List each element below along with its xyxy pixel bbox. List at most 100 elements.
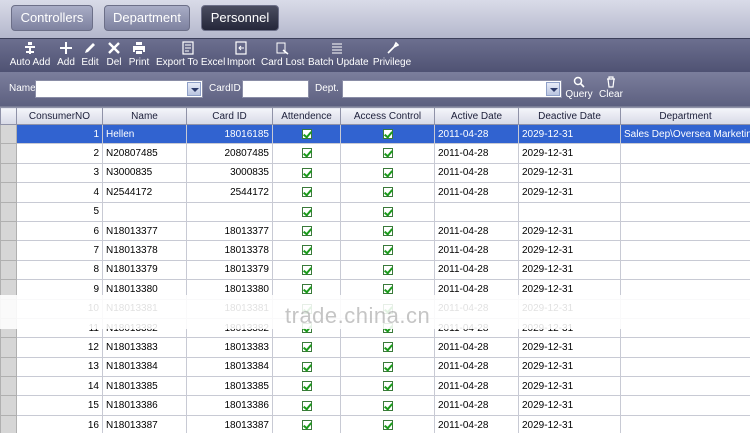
batch-update-button[interactable]: Batch Update (308, 41, 369, 71)
access-control-cell[interactable] (340, 220, 435, 242)
attendence-cell[interactable] (272, 395, 341, 416)
table-row[interactable]: 8 N18013379 18013379 2011-04-28 2029-12-31 (0, 259, 750, 281)
attendence-cell[interactable] (272, 279, 341, 300)
tab-personnel[interactable]: Personnel (201, 5, 279, 31)
query-button[interactable]: Query (565, 75, 593, 101)
access-control-cell[interactable] (340, 162, 435, 184)
checkbox-checked-icon[interactable] (301, 284, 312, 295)
attendence-cell[interactable] (272, 162, 341, 184)
card-lost-button[interactable]: Card Lost (261, 41, 304, 71)
access-control-cell[interactable] (340, 143, 435, 164)
attendence-cell[interactable] (272, 123, 341, 145)
column-header[interactable]: Department (620, 107, 750, 125)
access-control-cell[interactable] (340, 356, 435, 378)
table-row[interactable]: 5 (0, 201, 750, 222)
checkbox-checked-icon[interactable] (301, 187, 312, 198)
access-control-cell[interactable] (340, 337, 435, 358)
print-button[interactable]: Print (126, 41, 152, 71)
access-control-cell[interactable] (340, 414, 435, 433)
attendence-cell[interactable] (272, 356, 341, 378)
table-row[interactable]: 15 N18013386 18013386 2011-04-28 2029-12-31 (0, 395, 750, 416)
table-row[interactable]: 9 N18013380 18013380 2011-04-28 2029-12-31 (0, 279, 750, 300)
chevron-down-icon[interactable] (546, 82, 560, 96)
checkbox-checked-icon[interactable] (301, 419, 312, 430)
access-control-cell[interactable] (340, 279, 435, 300)
table-row[interactable]: 14 N18013385 18013385 2011-04-28 2029-12-31 (0, 376, 750, 397)
checkbox-checked-icon[interactable] (301, 245, 312, 256)
checkbox-checked-icon[interactable] (301, 322, 312, 333)
table-row[interactable]: 4 N2544172 2544172 2011-04-28 2029-12-31 (0, 182, 750, 203)
privilege-button[interactable]: Privilege (372, 41, 412, 71)
access-control-cell[interactable] (340, 376, 435, 397)
column-header[interactable]: Active Date (434, 107, 519, 125)
checkbox-checked-icon[interactable] (382, 284, 393, 295)
column-header[interactable]: Deactive Date (518, 107, 621, 125)
checkbox-checked-icon[interactable] (382, 322, 393, 333)
table-row[interactable]: 16 N18013387 18013387 2011-04-28 2029-12-31 (0, 414, 750, 433)
table-row[interactable]: 11 N18013382 18013382 2011-04-28 2029-12-31 (0, 317, 750, 339)
clear-button[interactable]: Clear (598, 75, 624, 101)
edit-button[interactable]: Edit (80, 41, 100, 71)
checkbox-checked-icon[interactable] (301, 381, 312, 392)
dept-filter-select[interactable] (342, 80, 562, 98)
checkbox-checked-icon[interactable] (382, 303, 393, 314)
attendence-cell[interactable] (272, 143, 341, 164)
checkbox-checked-icon[interactable] (382, 187, 393, 198)
attendence-cell[interactable] (272, 182, 341, 203)
access-control-cell[interactable] (340, 240, 435, 261)
checkbox-checked-icon[interactable] (301, 303, 312, 314)
add-button[interactable]: Add (54, 41, 78, 71)
attendence-cell[interactable] (272, 201, 341, 222)
table-row[interactable]: 3 N3000835 3000835 2011-04-28 2029-12-31 (0, 162, 750, 184)
attendence-cell[interactable] (272, 298, 341, 319)
table-row[interactable]: 6 N18013377 18013377 2011-04-28 2029-12-31 (0, 220, 750, 242)
cardid-filter-input[interactable] (242, 80, 309, 98)
checkbox-checked-icon[interactable] (382, 400, 393, 411)
attendence-cell[interactable] (272, 414, 341, 433)
table-row[interactable]: 1 Hellen 18016185 2011-04-28 2029-12-31 Sales… (0, 123, 750, 145)
access-control-cell[interactable] (340, 317, 435, 339)
column-header[interactable]: Access Control (340, 107, 435, 125)
checkbox-checked-icon[interactable] (301, 226, 312, 236)
checkbox-checked-icon[interactable] (382, 167, 393, 178)
access-control-cell[interactable] (340, 298, 435, 319)
table-row[interactable]: 2 N20807485 20807485 2011-04-28 2029-12-31 (0, 143, 750, 164)
checkbox-checked-icon[interactable] (301, 342, 312, 353)
checkbox-checked-icon[interactable] (301, 206, 312, 217)
checkbox-checked-icon[interactable] (301, 361, 312, 372)
tab-department[interactable]: Department (104, 5, 190, 31)
access-control-cell[interactable] (340, 182, 435, 203)
attendence-cell[interactable] (272, 220, 341, 242)
checkbox-checked-icon[interactable] (382, 419, 393, 430)
checkbox-checked-icon[interactable] (382, 226, 393, 236)
auto-add-button[interactable]: Auto Add (8, 41, 52, 71)
column-header[interactable]: ConsumerNO (16, 107, 103, 125)
checkbox-checked-icon[interactable] (301, 264, 312, 275)
attendence-cell[interactable] (272, 376, 341, 397)
checkbox-checked-icon[interactable] (301, 148, 312, 159)
access-control-cell[interactable] (340, 395, 435, 416)
table-row[interactable]: 13 N18013384 18013384 2011-04-28 2029-12-31 (0, 356, 750, 378)
column-header[interactable]: Attendence (272, 107, 341, 125)
table-row[interactable]: 10 N18013381 18013381 2011-04-28 2029-12-31 (0, 298, 750, 319)
delete-button[interactable]: Del (104, 41, 124, 71)
table-row[interactable]: 12 N18013383 18013383 2011-04-28 2029-12-31 (0, 337, 750, 358)
access-control-cell[interactable] (340, 123, 435, 145)
export-to-excel-button[interactable]: Export To Excel (156, 41, 225, 71)
checkbox-checked-icon[interactable] (301, 129, 312, 140)
checkbox-checked-icon[interactable] (382, 129, 393, 140)
checkbox-checked-icon[interactable] (382, 264, 393, 275)
checkbox-checked-icon[interactable] (382, 206, 393, 217)
access-control-cell[interactable] (340, 259, 435, 281)
attendence-cell[interactable] (272, 337, 341, 358)
chevron-down-icon[interactable] (187, 82, 201, 96)
tab-controllers[interactable]: Controllers (11, 5, 93, 31)
checkbox-checked-icon[interactable] (382, 361, 393, 372)
checkbox-checked-icon[interactable] (301, 400, 312, 411)
attendence-cell[interactable] (272, 317, 341, 339)
checkbox-checked-icon[interactable] (382, 381, 393, 392)
attendence-cell[interactable] (272, 240, 341, 261)
column-header[interactable]: Name (102, 107, 187, 125)
import-button[interactable]: Import (226, 41, 256, 71)
checkbox-checked-icon[interactable] (382, 148, 393, 159)
